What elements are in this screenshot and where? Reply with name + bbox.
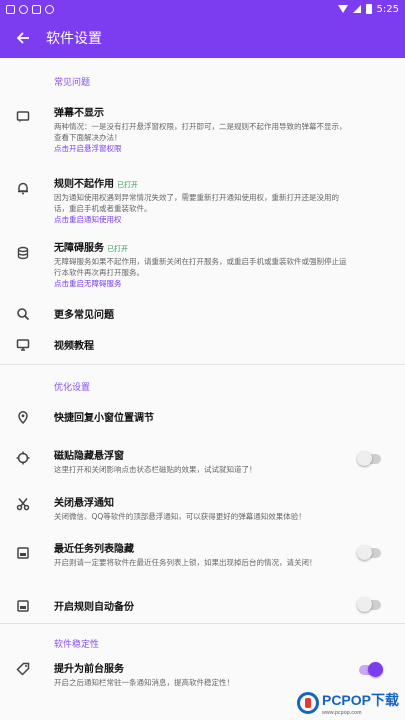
faq-desc: 两种情况：一是没有打开悬浮窗权限，打开即可，二是规则不起作用导致的弹幕不显示，查… xyxy=(54,122,347,142)
tile-hide-overlay-item[interactable]: 磁贴隐藏悬浮窗 这里打开和关闭影响点击状态栏磁贴的效果，试试就知道了！ xyxy=(0,437,405,482)
faq-desc: 因为通知使用权遇到异常情况失效了，需要重新打开通知使用权，重新打开还是没用的话，… xyxy=(54,193,339,213)
hide-from-recents-toggle[interactable] xyxy=(357,545,381,560)
settings-list[interactable]: 常见问题 弹幕不显示 两种情况：一是没有打开悬浮窗权限，打开即可，二是规则不起作… xyxy=(0,58,405,720)
bell-icon xyxy=(18,182,28,195)
back-arrow-icon xyxy=(16,32,29,44)
status-badge: 已打开 xyxy=(117,181,138,189)
notification-icon xyxy=(6,4,15,14)
foreground-service-title: 提升为前台服务 xyxy=(54,664,124,675)
hide-from-recents-desc: 开启则请一定要将软件在最近任务列表上锁，如果出现掉后台的情况，请关闭！ xyxy=(54,558,317,567)
faq-accessibility-service[interactable]: 无障碍服务 已打开 无障碍服务如果不起作用，请重新关闭在打开服务，或重启手机或重装… xyxy=(0,225,405,289)
page-title: 软件设置 xyxy=(46,30,102,46)
search-icon xyxy=(17,308,30,321)
watermark: PCPOP下载 www.pcpop.com xyxy=(296,690,399,716)
section-faq-header: 常见问题 xyxy=(54,78,91,88)
close-floating-notify-title: 关闭悬浮通知 xyxy=(54,498,114,509)
auto-backup-rules-item[interactable]: 开启规则自动备份 xyxy=(0,586,405,623)
faq-rule-not-working[interactable]: 规则不起作用 已打开 因为通知使用权遇到异常情况失效了，需要重新打开通知使用权，重… xyxy=(0,153,405,225)
tile-hide-overlay-desc: 这里打开和关闭影响点击状态栏磁贴的效果，试试就知道了！ xyxy=(54,465,257,474)
message-icon xyxy=(16,111,30,123)
faq-title: 无障碍服务 已打开 xyxy=(54,243,128,254)
media-icon xyxy=(32,4,41,14)
restart-accessibility-link[interactable]: 点击重启无障碍服务 xyxy=(54,278,349,289)
app-bar: 软件设置 xyxy=(0,18,405,58)
more-faq-item[interactable]: 更多常见问题 xyxy=(0,289,405,325)
auto-backup-rules-toggle[interactable] xyxy=(357,597,381,612)
crosshair-icon xyxy=(16,451,30,465)
hide-from-recents-title: 最近任务列表隐藏 xyxy=(54,544,134,555)
close-floating-notify-desc: 关闭微信、QQ等软件的顶部悬浮通知，可以获得更好的弹幕通知效果体验！ xyxy=(54,512,306,521)
status-time: 5:25 xyxy=(376,3,399,15)
scissors-icon xyxy=(16,498,30,511)
faq-title: 规则不起作用 已打开 xyxy=(54,179,138,190)
faq-title: 弹幕不显示 xyxy=(54,108,104,119)
hide-from-recents-item[interactable]: 最近任务列表隐藏 开启则请一定要将软件在最近任务列表上锁，如果出现掉后台的情况，… xyxy=(0,528,405,586)
tag-icon xyxy=(16,662,30,676)
section-stability-header: 软件稳定性 xyxy=(54,640,100,650)
quick-reply-position-title: 快捷回复小窗位置调节 xyxy=(54,413,154,424)
section-optimize-header: 优化设置 xyxy=(54,383,91,393)
tile-hide-overlay-toggle[interactable] xyxy=(357,451,381,466)
tile-hide-overlay-title: 磁贴隐藏悬浮窗 xyxy=(54,451,124,462)
status-badge: 已打开 xyxy=(107,245,128,253)
pcpop-logo-icon xyxy=(296,692,319,714)
recents-list-icon xyxy=(17,547,29,559)
restart-notification-access-link[interactable]: 点击重启通知使用权 xyxy=(54,214,349,225)
video-tutorial-title: 视频教程 xyxy=(54,341,94,352)
quick-reply-position-item[interactable]: 快捷回复小窗位置调节 xyxy=(0,392,405,437)
wifi-icon xyxy=(337,5,348,13)
battery-icon xyxy=(365,4,372,14)
close-floating-notify-item[interactable]: 关闭悬浮通知 关闭微信、QQ等软件的顶部悬浮通知，可以获得更好的弹幕通知效果体验… xyxy=(0,482,405,528)
faq-danmaku-not-shown[interactable]: 弹幕不显示 两种情况：一是没有打开悬浮窗权限，打开即可，二是规则不起作用导致的弹… xyxy=(0,89,405,153)
database-icon xyxy=(17,246,29,260)
faq-desc: 无障碍服务如果不起作用，请重新关闭在打开服务，或重启手机或重装软件或强制停止运行… xyxy=(54,257,347,277)
sync-icon xyxy=(19,4,28,14)
auto-backup-rules-title: 开启规则自动备份 xyxy=(54,602,134,613)
signal-icon xyxy=(352,5,361,13)
backup-icon xyxy=(17,600,29,612)
app-icon xyxy=(45,4,54,14)
location-pin-icon xyxy=(18,411,28,424)
foreground-service-toggle[interactable] xyxy=(359,662,383,677)
foreground-service-desc: 开启之后通知栏常驻一条通知消息，提高软件稳定性！ xyxy=(54,678,234,687)
status-bar: 5:25 xyxy=(0,0,405,18)
more-faq-title: 更多常见问题 xyxy=(54,310,114,321)
monitor-icon xyxy=(16,339,30,351)
video-tutorial-item[interactable]: 视频教程 xyxy=(0,325,405,364)
back-button[interactable] xyxy=(0,18,46,58)
